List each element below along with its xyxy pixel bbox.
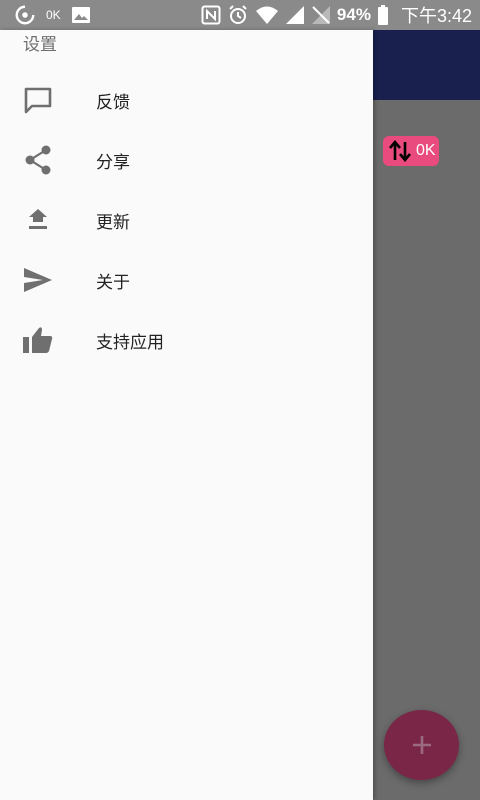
menu-item-share[interactable]: 分享 bbox=[0, 130, 373, 190]
menu-item-support[interactable]: 支持应用 bbox=[0, 310, 373, 370]
add-fab-button[interactable] bbox=[384, 710, 459, 780]
menu-item-feedback[interactable]: 反馈 bbox=[0, 70, 373, 130]
menu-label: 反馈 bbox=[96, 92, 130, 113]
share-icon bbox=[20, 142, 56, 178]
plus-icon bbox=[409, 732, 435, 758]
thumb-up-icon bbox=[20, 322, 56, 358]
battery-percent: 94% bbox=[336, 5, 371, 24]
nfc-icon bbox=[201, 5, 221, 25]
alarm-icon bbox=[227, 4, 249, 26]
message-icon bbox=[20, 82, 56, 118]
menu-label: 支持应用 bbox=[96, 332, 164, 353]
send-icon bbox=[20, 262, 56, 298]
drawer-header: 设置 bbox=[23, 35, 57, 55]
upload-icon bbox=[20, 202, 56, 238]
no-sim-icon bbox=[311, 5, 331, 25]
wifi-icon bbox=[255, 5, 279, 25]
navigation-drawer: 设置 反馈 分享 更新 关于 支持应用 bbox=[0, 30, 373, 800]
menu-item-about[interactable]: 关于 bbox=[0, 250, 373, 310]
image-icon bbox=[71, 6, 91, 24]
menu-item-update[interactable]: 更新 bbox=[0, 190, 373, 250]
speed-badge: 0K bbox=[383, 136, 439, 166]
swap-vertical-icon bbox=[387, 138, 413, 164]
signal-icon bbox=[285, 5, 305, 25]
battery-icon bbox=[377, 5, 389, 25]
menu-label: 关于 bbox=[96, 272, 130, 293]
speed-badge-text: 0K bbox=[416, 142, 436, 159]
weibo-icon bbox=[14, 4, 36, 26]
data-speed-text: 0K bbox=[46, 8, 61, 22]
menu-label: 分享 bbox=[96, 152, 130, 173]
clock-time: 下午3:42 bbox=[400, 6, 472, 26]
menu-label: 更新 bbox=[96, 212, 130, 233]
status-bar: 0K 94% 下午3:42 bbox=[0, 0, 480, 30]
